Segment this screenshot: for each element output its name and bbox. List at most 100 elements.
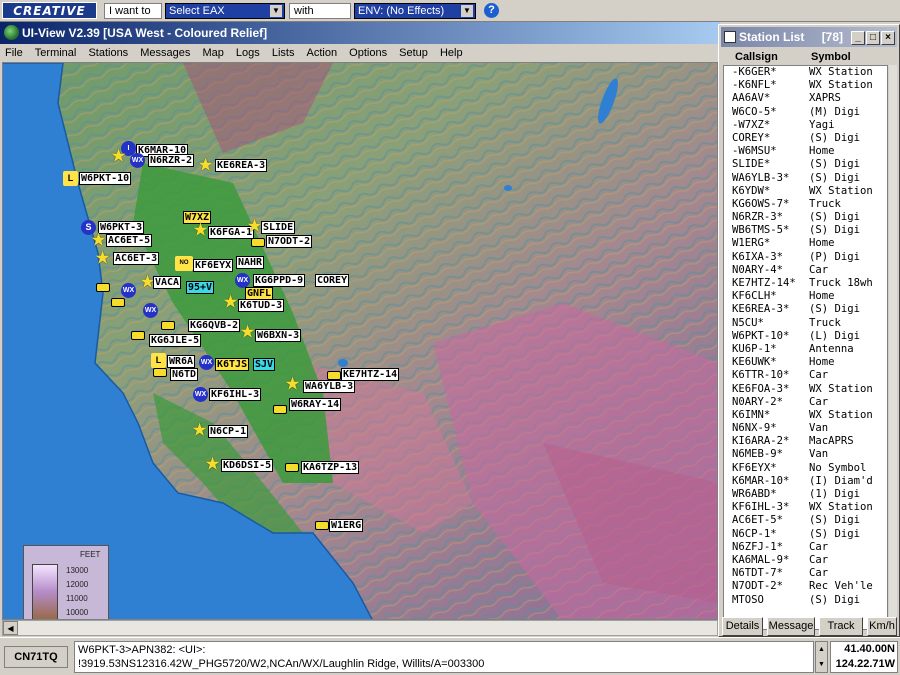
car-icon[interactable] <box>315 521 329 530</box>
station-list-row[interactable]: -W7XZ* Yagi <box>724 119 887 132</box>
maximize-icon[interactable]: □ <box>866 31 880 45</box>
menu-map[interactable]: Map <box>197 44 227 62</box>
station-symbol-star[interactable]: ★ <box>223 295 238 311</box>
station-symbol-star[interactable]: ★ <box>111 149 126 165</box>
station-symbol-star[interactable]: ★ <box>192 423 207 439</box>
station-list-row[interactable]: COREY* (S) Digi <box>724 132 887 145</box>
station-label[interactable]: SJV <box>253 358 276 371</box>
station-list-row[interactable]: KI6ARA-2* MacAPRS <box>724 435 887 448</box>
station-label[interactable]: W6PKT-10 <box>79 172 132 185</box>
message-button[interactable]: Message <box>767 617 815 636</box>
station-label[interactable]: COREY <box>315 274 350 287</box>
menu-logs[interactable]: Logs <box>231 44 264 62</box>
station-list-row[interactable]: N6ZFJ-1* Car <box>724 541 887 554</box>
car-icon[interactable] <box>153 368 167 377</box>
station-symbol-star[interactable]: ★ <box>198 158 213 174</box>
station-list-row[interactable]: N6RZR-3* (S) Digi <box>724 211 887 224</box>
menu-options[interactable]: Options <box>344 44 391 62</box>
minimize-icon[interactable]: _ <box>851 31 865 45</box>
station-list-row[interactable]: K6YDW* WX Station <box>724 185 887 198</box>
station-list-row[interactable]: W1ERG* Home <box>724 237 887 250</box>
station-list-row[interactable]: KF6EYX* No Symbol <box>724 462 887 475</box>
station-list-row[interactable]: KG6OWS-7* Truck <box>724 198 887 211</box>
station-list-row[interactable]: N6TDT-7* Car <box>724 567 887 580</box>
menu-stations[interactable]: Stations <box>83 44 132 62</box>
station-label[interactable]: K6TJS <box>215 358 250 371</box>
station-list-row[interactable]: WA6YLB-3* (S) Digi <box>724 172 887 185</box>
station-list-scrollbar[interactable] <box>889 65 897 630</box>
station-list-row[interactable]: K6TTR-10* Car <box>724 369 887 382</box>
station-list-row[interactable]: N0ARY-4* Car <box>724 264 887 277</box>
station-list-row[interactable]: K6IXA-3* (P) Digi <box>724 251 887 264</box>
station-label[interactable]: N6RZR-2 <box>148 154 195 167</box>
station-list-row[interactable]: N6CP-1* (S) Digi <box>724 528 887 541</box>
station-label[interactable]: SLIDE <box>261 221 296 234</box>
scroll-left-icon[interactable]: ◀ <box>3 621 18 635</box>
units-button[interactable]: Km/h <box>867 617 897 636</box>
station-label[interactable]: KE6REA-3 <box>215 159 268 172</box>
station-symbol-star[interactable]: ★ <box>285 377 300 393</box>
station-list-row[interactable]: KF6IHL-3* WX Station <box>724 501 887 514</box>
station-symbol-star[interactable]: ★ <box>91 233 106 249</box>
map-horizontal-scrollbar[interactable]: ◀ <box>2 620 718 636</box>
station-list-row[interactable]: W6CO-5* (M) Digi <box>724 106 887 119</box>
station-list-row[interactable]: KE6UWK* Home <box>724 356 887 369</box>
station-list-row[interactable]: AC6ET-5* (S) Digi <box>724 514 887 527</box>
menu-terminal[interactable]: Terminal <box>30 44 81 62</box>
map-view[interactable]: I K6MAR-10 WX N6RZR-2 ★ KE6REA-3 ★ L W6P… <box>2 62 718 620</box>
chevron-down-icon[interactable]: ▼ <box>270 5 282 17</box>
track-button[interactable]: Track <box>819 617 863 636</box>
station-label[interactable]: N6TD <box>170 368 199 381</box>
no-symbol-icon[interactable]: NO <box>175 256 193 271</box>
station-label[interactable]: KD6DSI-5 <box>221 459 274 472</box>
station-list-row[interactable]: MTOSO (S) Digi <box>724 594 887 607</box>
station-label[interactable]: KF6IHL-3 <box>209 388 262 401</box>
menu-help[interactable]: Help <box>435 44 467 62</box>
menu-messages[interactable]: Messages <box>135 44 194 62</box>
station-list-row[interactable]: W6PKT-10* (L) Digi <box>724 330 887 343</box>
car-icon[interactable] <box>327 371 341 380</box>
station-list-row[interactable]: WB6TMS-5* (S) Digi <box>724 224 887 237</box>
station-list-row[interactable]: N0ARY-2* Car <box>724 396 887 409</box>
station-list-row[interactable]: N7ODT-2* Rec Veh'le <box>724 580 887 593</box>
station-list-row[interactable]: WR6ABD* (1) Digi <box>724 488 887 501</box>
station-label[interactable]: AC6ET-3 <box>113 252 160 265</box>
station-symbol-wx[interactable]: WX <box>235 273 250 288</box>
close-icon[interactable]: × <box>881 31 895 45</box>
station-symbol-star[interactable]: ★ <box>193 223 208 239</box>
station-symbol-wx[interactable]: WX <box>193 387 208 402</box>
station-list-row[interactable]: KE6REA-3* (S) Digi <box>724 303 887 316</box>
car-icon[interactable] <box>96 283 110 292</box>
menu-action[interactable]: Action <box>302 44 342 62</box>
station-list-title-bar[interactable]: Station List [78] _ □ × <box>721 27 897 47</box>
station-label[interactable]: NAHR <box>236 256 265 269</box>
station-label[interactable]: 95+V <box>186 281 215 294</box>
station-symbol-star[interactable]: ★ <box>247 219 262 235</box>
eax-select[interactable]: Select EAX ▼ <box>165 3 285 19</box>
station-list-row[interactable]: AA6AV* XAPRS <box>724 92 887 105</box>
car-icon[interactable] <box>131 331 145 340</box>
station-label[interactable]: KG6JLE-5 <box>149 334 202 347</box>
station-label[interactable]: KG6QVB-2 <box>188 319 241 332</box>
station-list-row[interactable]: N6MEB-9* Van <box>724 448 887 461</box>
packet-monitor-scrollbar[interactable]: ▲ ▼ <box>815 641 828 673</box>
station-list-row[interactable]: K6IMN* WX Station <box>724 409 887 422</box>
station-label[interactable]: AC6ET-5 <box>106 234 153 247</box>
station-symbol-star[interactable]: ★ <box>205 457 220 473</box>
column-header-callsign[interactable]: Callsign <box>735 49 778 65</box>
station-list-row[interactable]: SLIDE* (S) Digi <box>724 158 887 171</box>
chevron-down-icon[interactable]: ▼ <box>461 5 473 17</box>
station-label[interactable]: WR6A <box>167 355 196 368</box>
station-list-row[interactable]: KU6P-1* Antenna <box>724 343 887 356</box>
station-list-row[interactable]: -K6GER* WX Station <box>724 66 887 79</box>
station-label[interactable]: KG6PPD-9 <box>253 274 306 287</box>
station-symbol-star[interactable]: ★ <box>240 325 255 341</box>
station-label[interactable]: K6TUD-3 <box>238 299 285 312</box>
station-label[interactable]: N7ODT-2 <box>266 235 313 248</box>
station-list-row[interactable]: K6MAR-10* (I) Diam'd <box>724 475 887 488</box>
station-symbol-wx[interactable]: WX <box>199 355 214 370</box>
station-label[interactable]: KA6TZP-13 <box>301 461 360 474</box>
station-list-row[interactable]: -K6NFL* WX Station <box>724 79 887 92</box>
menu-setup[interactable]: Setup <box>394 44 432 62</box>
station-symbol-wx[interactable]: WX <box>143 303 158 318</box>
